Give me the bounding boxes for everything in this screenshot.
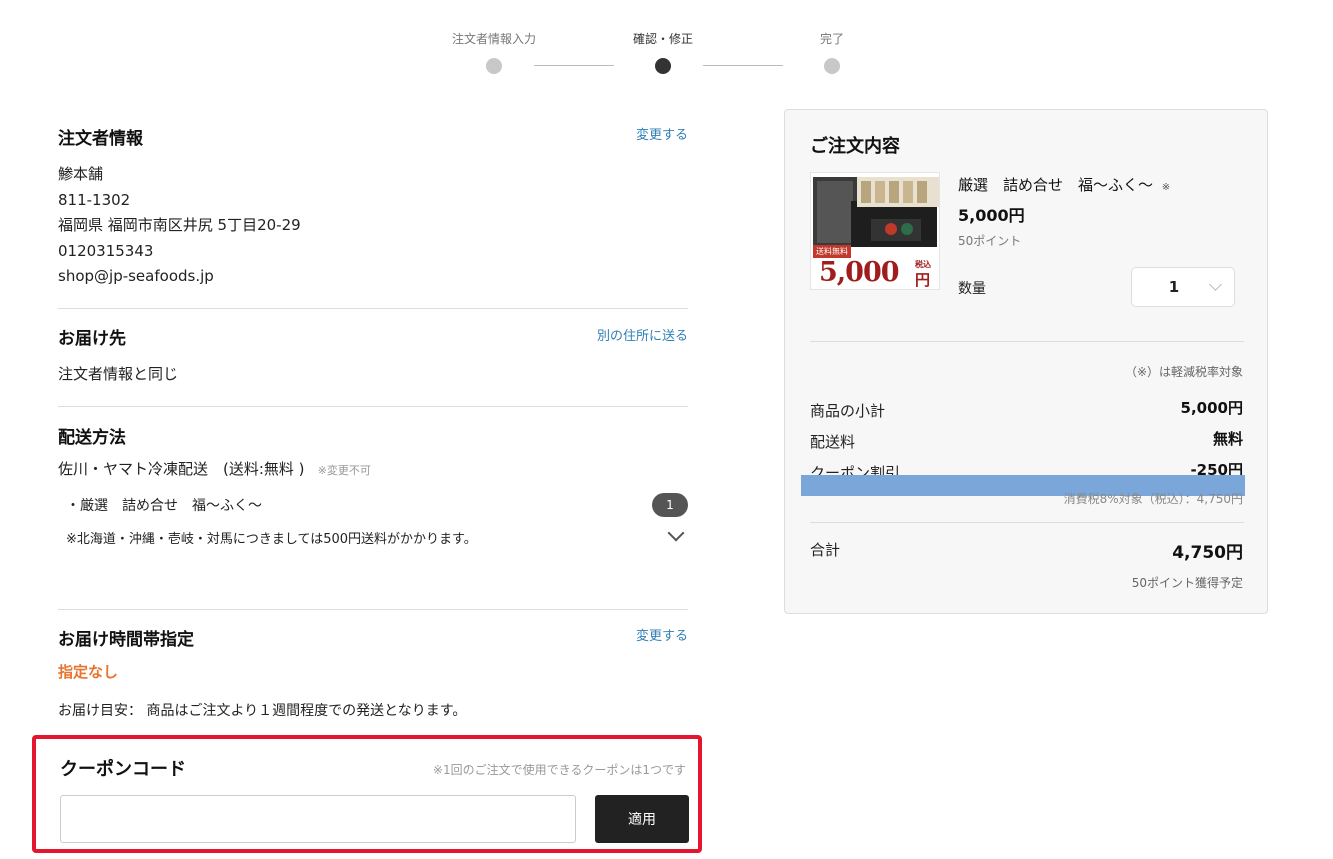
step-dot-complete	[824, 58, 840, 74]
reduced-tax-note: （※）は軽減税率対象	[1124, 365, 1243, 379]
shipping-fee-label: 配送料	[810, 433, 856, 451]
delivery-time-title: お届け時間帯指定	[58, 630, 194, 650]
coupon-code-input[interactable]	[60, 795, 576, 843]
apply-coupon-button[interactable]: 適用	[595, 795, 689, 843]
chevron-down-icon[interactable]	[667, 524, 685, 542]
delivery-address-section: お届け先 別の住所に送る 注文者情報と同じ	[58, 309, 688, 406]
step-connector	[534, 65, 614, 66]
shipping-title: 配送方法	[58, 428, 126, 448]
orderer-phone: 0120315343	[58, 241, 154, 260]
orderer-section: 注文者情報 変更する 鯵本舗 811-1302 福岡県 福岡市南区井尻 5丁目2…	[58, 110, 688, 308]
delivery-time-change-link[interactable]: 変更する	[636, 625, 688, 644]
product-name-text: 厳選 詰め合せ 福～ふく～	[958, 176, 1154, 194]
checkout-stepper: 注文者情報入力 確認・修正 完了	[430, 30, 880, 90]
orderer-name: 鯵本舗	[58, 165, 104, 183]
step-label-input: 注文者情報入力	[451, 32, 537, 46]
order-summary-title: ご注文内容	[810, 136, 900, 157]
orderer-email: shop@jp-seafoods.jp	[58, 267, 214, 285]
points-earned-note: 50ポイント獲得予定	[1131, 576, 1243, 590]
shipping-method: 佐川・ヤマト冷凍配送 (送料:無料 )	[58, 460, 305, 478]
product-price: 5,000円	[958, 206, 1025, 225]
step-dot-confirm	[655, 58, 671, 74]
orderer-address: 福岡県 福岡市南区井尻 5丁目20-29	[58, 216, 301, 234]
coupon-title: クーポンコード	[60, 759, 186, 780]
image-price: 5,000	[819, 257, 900, 288]
shipping-fee-value: 無料	[1212, 430, 1243, 448]
delivery-address-title: お届け先	[58, 329, 126, 349]
product-image[interactable]: 送料無料 5,000 税込 円	[810, 172, 940, 290]
step-label-confirm: 確認・修正	[632, 32, 694, 46]
total-label: 合計	[810, 541, 841, 559]
total-value: 4,750円	[1172, 543, 1243, 563]
orderer-zip: 811-1302	[58, 190, 131, 209]
product-name[interactable]: 厳選 詰め合せ 福～ふく～ ※	[958, 174, 1170, 195]
coupon-note: ※1回のご注文で使用できるクーポンは1つです	[432, 763, 686, 777]
delivery-time-value: 指定なし	[58, 663, 119, 681]
quantity-select[interactable]: 1	[1131, 267, 1235, 307]
product-points: 50ポイント	[958, 234, 1022, 248]
quantity-label: 数量	[958, 281, 986, 297]
subtotal-value: 5,000円	[1180, 399, 1243, 417]
shipping-item: ・厳選 詰め合せ 福～ふく～	[66, 498, 262, 514]
tax-breakdown-note: 消費税8%対象（税込）：4,750円	[1063, 492, 1243, 506]
order-summary-panel: ご注文内容 送料無料 5,000 税込 円 厳選 詰め合せ 福～ふく～ ※ 5,…	[784, 109, 1268, 614]
orderer-change-link[interactable]: 変更する	[636, 124, 688, 143]
quantity-value: 1	[1168, 278, 1180, 296]
step-dot-input	[486, 58, 502, 74]
step-label-complete: 完了	[819, 32, 845, 46]
order-form: 注文者情報 変更する 鯵本舗 811-1302 福岡県 福岡市南区井尻 5丁目2…	[58, 110, 688, 730]
shipping-note: ※変更不可	[317, 464, 371, 477]
image-price-unit: 円	[915, 271, 931, 289]
shipping-item-qty-badge: 1	[652, 493, 688, 517]
divider	[810, 522, 1244, 523]
delivery-address-value: 注文者情報と同じ	[58, 365, 179, 383]
coupon-section: クーポンコード ※1回のご注文で使用できるクーポンは1つです 適用	[32, 735, 702, 853]
step-connector	[703, 65, 783, 66]
shipping-notice: ※北海道・沖縄・壱岐・対馬につきましては500円送料がかかります。	[66, 532, 477, 547]
delivery-estimate: お届け目安： 商品はご注文より１週間程度での発送となります。	[58, 703, 467, 719]
ship-to-other-address-link[interactable]: 別の住所に送る	[597, 325, 688, 344]
shipping-section: 配送方法 佐川・ヤマト冷凍配送 (送料:無料 ) ※変更不可 ・厳選 詰め合せ …	[58, 407, 688, 609]
reduced-tax-mark: ※	[1161, 182, 1171, 193]
orderer-title: 注文者情報	[58, 129, 143, 149]
delivery-time-section: お届け時間帯指定 変更する 指定なし お届け目安： 商品はご注文より１週間程度で…	[58, 610, 688, 730]
subtotal-label: 商品の小計	[810, 402, 886, 420]
divider	[810, 341, 1244, 342]
